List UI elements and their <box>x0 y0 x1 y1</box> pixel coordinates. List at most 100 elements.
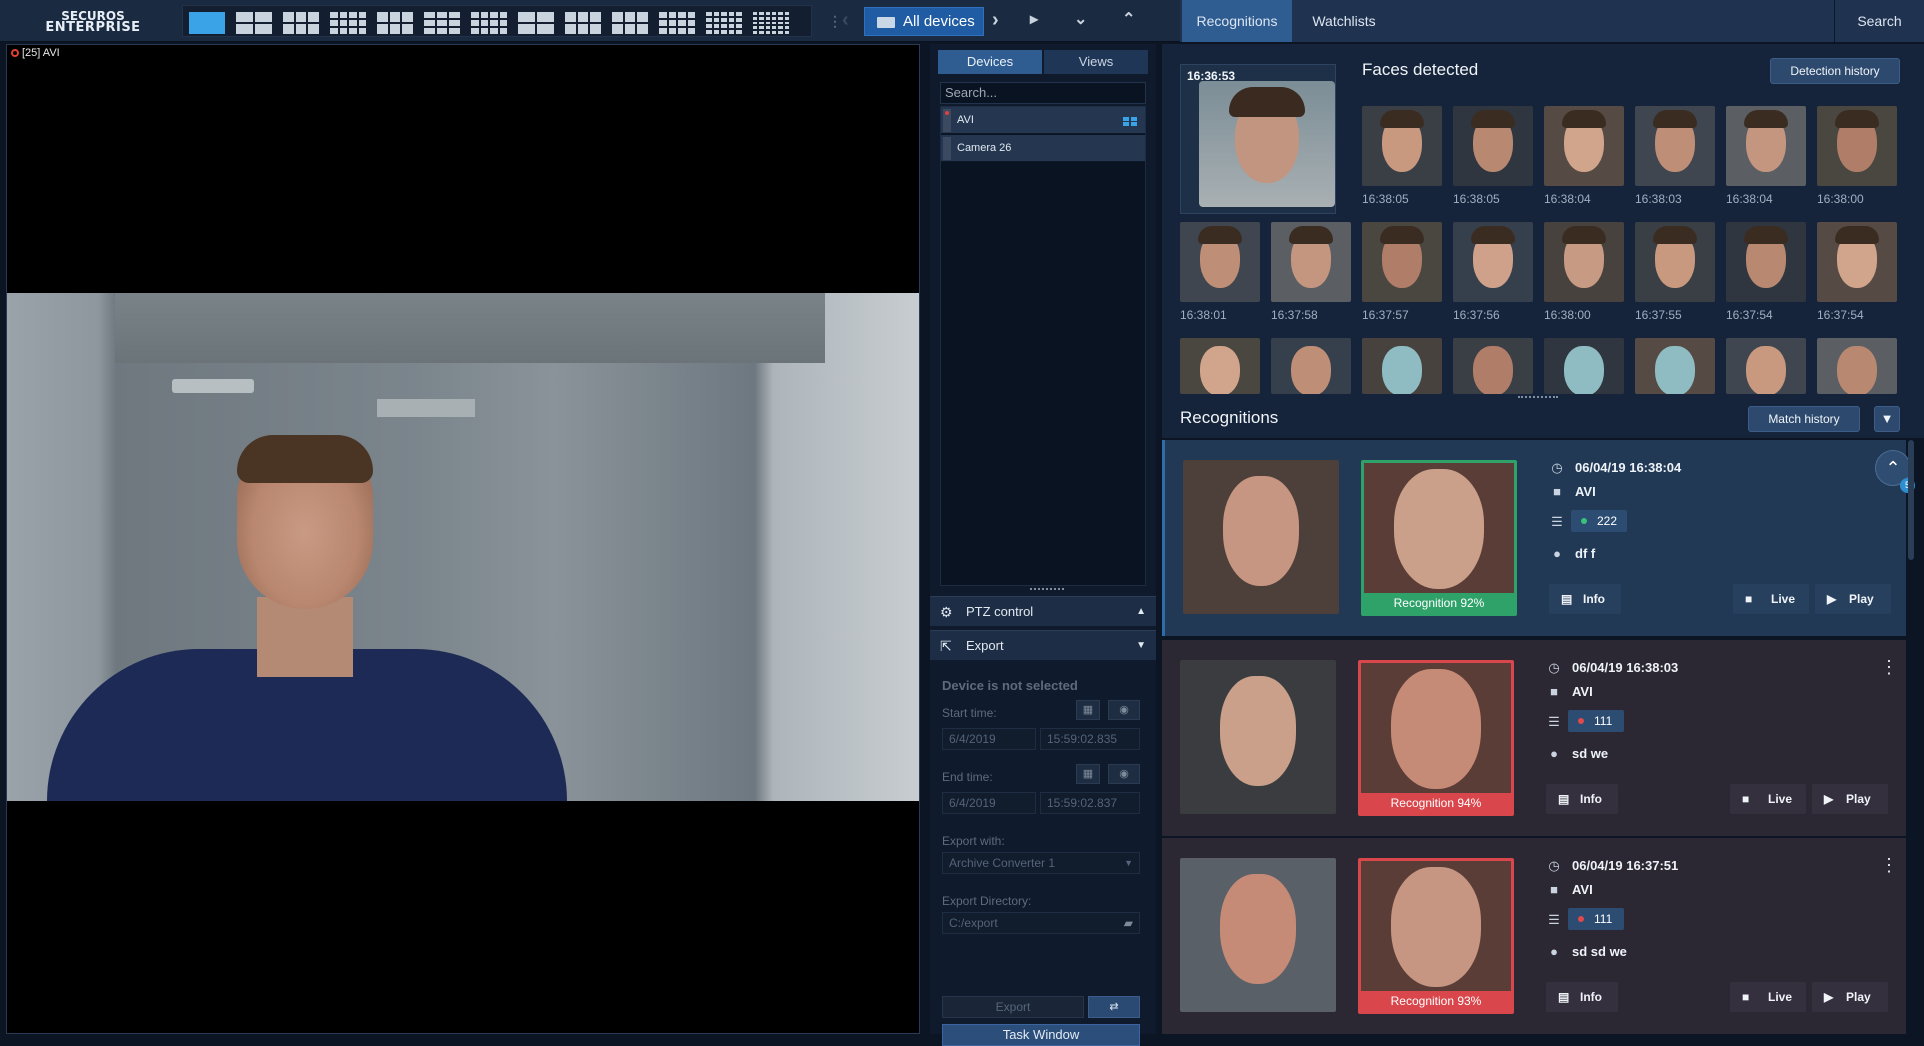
play-button[interactable]: ▶ Play <box>1815 584 1891 614</box>
prev-arrow-icon[interactable]: ‹ <box>842 10 849 30</box>
chevron-up-icon[interactable]: ⌃ <box>1122 10 1135 30</box>
tab-views[interactable]: Views <box>1044 50 1148 74</box>
tab-watchlists[interactable]: Watchlists <box>1294 0 1394 42</box>
captured-face-image[interactable] <box>1183 460 1339 614</box>
face-thumbnail[interactable] <box>1544 222 1624 302</box>
end-time-field[interactable]: 15:59:02.837 <box>1040 792 1140 814</box>
matched-face-image[interactable]: Recognition 92% <box>1361 460 1517 616</box>
device-item-avi[interactable]: AVI <box>941 107 1145 134</box>
face-thumbnail[interactable] <box>1817 106 1897 186</box>
video-frame[interactable] <box>7 293 919 801</box>
live-button[interactable]: ■ Live <box>1730 982 1806 1012</box>
play-button[interactable]: ▶ Play <box>1812 784 1888 814</box>
start-date-field[interactable]: 6/4/2019 <box>942 728 1036 750</box>
layout-5-icon[interactable] <box>377 12 413 34</box>
calendar-icon[interactable]: ▦ <box>1076 764 1100 784</box>
task-window-button[interactable]: Task Window <box>942 1024 1140 1046</box>
face-thumbnail[interactable] <box>1544 338 1624 394</box>
layout-3-icon[interactable] <box>283 12 319 34</box>
layout-grid-icon[interactable] <box>1123 117 1137 126</box>
face-thumbnail[interactable] <box>1453 106 1533 186</box>
layout-13-icon[interactable] <box>753 12 789 34</box>
face-thumbnail[interactable] <box>1271 338 1351 394</box>
camera-time-icon[interactable]: ◉ <box>1108 764 1140 784</box>
layout-4-icon[interactable] <box>330 12 366 34</box>
export-directory-field[interactable]: C:/export ▰ <box>942 912 1140 934</box>
tab-recognitions[interactable]: Recognitions <box>1182 0 1292 42</box>
face-thumbnail[interactable] <box>1726 338 1806 394</box>
live-button[interactable]: ■ Live <box>1730 784 1806 814</box>
match-history-button[interactable]: Match history <box>1748 406 1860 432</box>
device-item-camera-26[interactable]: Camera 26 <box>941 135 1145 162</box>
face-thumbnail[interactable] <box>1180 338 1260 394</box>
info-button[interactable]: ▤ Info <box>1546 784 1618 814</box>
person-name: sd we <box>1572 746 1609 761</box>
layout-7-icon[interactable] <box>471 12 507 34</box>
layout-8-icon[interactable] <box>518 12 554 34</box>
folder-icon[interactable]: ▰ <box>1124 913 1133 933</box>
ptz-control-header[interactable]: ⚙ PTZ control ▲ <box>930 596 1156 626</box>
matched-face-image[interactable]: Recognition 94% <box>1358 660 1514 816</box>
layout-12-icon[interactable] <box>706 12 742 34</box>
export-with-select[interactable]: Archive Converter 1 ▼ <box>942 852 1140 874</box>
calendar-icon[interactable]: ▦ <box>1076 700 1100 720</box>
latest-face-tile[interactable]: 16:36:53 <box>1180 64 1336 214</box>
face-thumbnail[interactable] <box>1817 222 1897 302</box>
info-button[interactable]: ▤ Info <box>1546 982 1618 1012</box>
end-date-field[interactable]: 6/4/2019 <box>942 792 1036 814</box>
face-thumbnail[interactable] <box>1817 338 1897 394</box>
watchlist-badge[interactable]: 111 <box>1568 710 1624 732</box>
recognition-card[interactable]: Recognition 93% ◷ 06/04/19 16:37:51 ■ AVI ☰ 11… <box>1162 838 1906 1034</box>
export-options-icon[interactable]: ⇄ <box>1088 996 1140 1018</box>
layout-11-icon[interactable] <box>659 12 695 34</box>
face-thumbnail[interactable] <box>1362 338 1442 394</box>
watchlist-badge[interactable]: 111 <box>1568 908 1624 930</box>
device-search-input[interactable]: Search... <box>940 82 1146 104</box>
face-thumbnail[interactable] <box>1635 106 1715 186</box>
filter-icon[interactable]: ▼ <box>1874 406 1900 432</box>
tab-devices[interactable]: Devices <box>938 50 1042 74</box>
panel-splitter[interactable] <box>1030 588 1064 591</box>
tab-search[interactable]: Search <box>1834 0 1924 42</box>
all-devices-button[interactable]: All devices <box>864 7 984 36</box>
watchlist-badge[interactable]: 222 <box>1571 510 1627 532</box>
panel-splitter[interactable] <box>1518 396 1558 399</box>
recognitions-scrollbar[interactable] <box>1908 440 1914 560</box>
video-viewport[interactable]: [25] AVI <box>6 44 920 1034</box>
face-thumbnail[interactable] <box>1362 106 1442 186</box>
recognition-card[interactable]: Recognition 92% ◷ 06/04/19 16:38:04 ■ AVI ☰ 22… <box>1162 440 1915 636</box>
live-button[interactable]: ■ Live <box>1733 584 1809 614</box>
face-thumbnail[interactable] <box>1635 222 1715 302</box>
face-thumbnail[interactable] <box>1726 222 1806 302</box>
face-thumbnail[interactable] <box>1544 106 1624 186</box>
layout-9-icon[interactable] <box>565 12 601 34</box>
face-thumbnail[interactable] <box>1453 338 1533 394</box>
layout-1-icon[interactable] <box>189 12 225 34</box>
matched-face-image[interactable]: Recognition 93% <box>1358 858 1514 1014</box>
face-thumbnail[interactable] <box>1362 222 1442 302</box>
face-thumbnail[interactable] <box>1180 222 1260 302</box>
next-arrow-icon[interactable]: › <box>992 10 999 30</box>
play-forward-icon[interactable]: ▸ <box>1030 10 1038 30</box>
chevron-down-icon[interactable]: ⌄ <box>1074 10 1087 30</box>
recognition-card[interactable]: Recognition 94% ◷ 06/04/19 16:38:03 ■ AVI ☰ 11… <box>1162 640 1906 836</box>
more-options-icon[interactable]: ⋮ <box>1880 856 1898 874</box>
face-time: 16:38:01 <box>1180 308 1227 322</box>
face-thumbnail[interactable] <box>1635 338 1715 394</box>
face-thumbnail[interactable] <box>1453 222 1533 302</box>
face-thumbnail[interactable] <box>1271 222 1351 302</box>
layout-10-icon[interactable] <box>612 12 648 34</box>
more-options-icon[interactable]: ⋮ <box>1880 658 1898 676</box>
export-header[interactable]: ⇱ Export ▼ <box>930 630 1156 660</box>
info-button[interactable]: ▤ Info <box>1549 584 1621 614</box>
layout-6-icon[interactable] <box>424 12 460 34</box>
detection-history-button[interactable]: Detection history <box>1770 58 1900 84</box>
layout-2-icon[interactable] <box>236 12 272 34</box>
captured-face-image[interactable] <box>1180 660 1336 814</box>
play-button[interactable]: ▶ Play <box>1812 982 1888 1012</box>
captured-face-image[interactable] <box>1180 858 1336 1012</box>
start-time-field[interactable]: 15:59:02.835 <box>1040 728 1140 750</box>
camera-time-icon[interactable]: ◉ <box>1108 700 1140 720</box>
export-button[interactable]: Export <box>942 996 1084 1018</box>
face-thumbnail[interactable] <box>1726 106 1806 186</box>
